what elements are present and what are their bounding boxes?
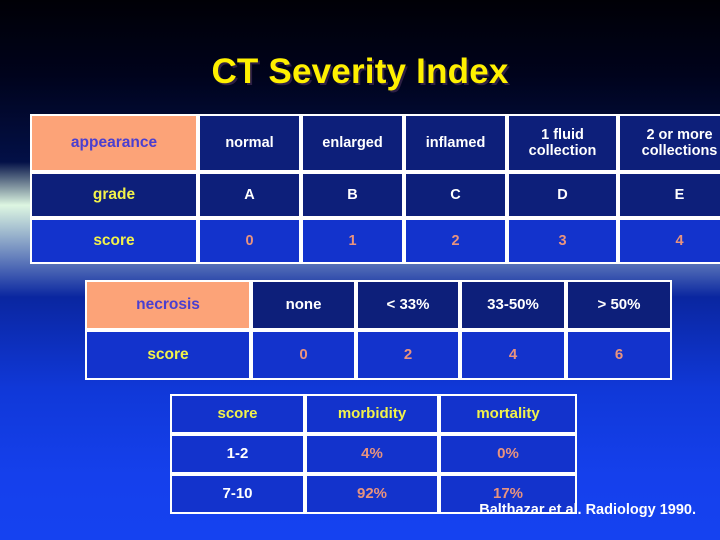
table-row: appearance normal enlarged inflamed 1 fl…	[30, 114, 720, 172]
cell-necrosis-score-4: 4	[460, 330, 566, 380]
cell-necrosis-none: none	[251, 280, 356, 330]
row-label-necrosis: necrosis	[85, 280, 251, 330]
table-row: necrosis none < 33% 33-50% > 50%	[85, 280, 672, 330]
slide-canvas: CT Severity Index appearance normal enla…	[0, 0, 720, 540]
cell-score-2: 2	[404, 218, 507, 264]
ct-necrosis-table: necrosis none < 33% 33-50% > 50% score 0…	[85, 280, 672, 380]
cell-outcome-morbidity-7-10: 92%	[305, 474, 439, 514]
cell-appearance-enlarged: enlarged	[301, 114, 404, 172]
table-row: grade A B C D E	[30, 172, 720, 218]
ct-appearance-table: appearance normal enlarged inflamed 1 fl…	[30, 114, 720, 264]
header-mortality: mortality	[439, 394, 577, 434]
header-score: score	[170, 394, 305, 434]
cell-score-1: 1	[301, 218, 404, 264]
cell-outcome-mortality-1-2: 0%	[439, 434, 577, 474]
citation-footer: Balthazar et al. Radiology 1990.	[479, 502, 696, 518]
cell-grade-c: C	[404, 172, 507, 218]
cell-appearance-two-or-more-collections: 2 or more collections	[618, 114, 720, 172]
table-row: score 0 2 4 6	[85, 330, 672, 380]
row-label-appearance: appearance	[30, 114, 198, 172]
ct-outcome-table: score morbidity mortality 1-2 4% 0% 7-10…	[170, 394, 577, 514]
table-row: score morbidity mortality	[170, 394, 577, 434]
page-title: CT Severity Index	[211, 52, 509, 91]
cell-grade-d: D	[507, 172, 618, 218]
cell-necrosis-33-50: 33-50%	[460, 280, 566, 330]
cell-score-4: 4	[618, 218, 720, 264]
cell-score-0: 0	[198, 218, 301, 264]
cell-grade-b: B	[301, 172, 404, 218]
cell-necrosis-gt-50: > 50%	[566, 280, 672, 330]
cell-appearance-normal: normal	[198, 114, 301, 172]
cell-necrosis-score-2: 2	[356, 330, 460, 380]
cell-necrosis-lt-33: < 33%	[356, 280, 460, 330]
cell-outcome-score-7-10: 7-10	[170, 474, 305, 514]
cell-outcome-morbidity-1-2: 4%	[305, 434, 439, 474]
cell-appearance-one-fluid-collection: 1 fluid collection	[507, 114, 618, 172]
row-label-score: score	[30, 218, 198, 264]
header-morbidity: morbidity	[305, 394, 439, 434]
cell-grade-a: A	[198, 172, 301, 218]
row-label-necrosis-score: score	[85, 330, 251, 380]
table-row: score 0 1 2 3 4	[30, 218, 720, 264]
cell-grade-e: E	[618, 172, 720, 218]
cell-necrosis-score-0: 0	[251, 330, 356, 380]
cell-score-3: 3	[507, 218, 618, 264]
cell-necrosis-score-6: 6	[566, 330, 672, 380]
cell-appearance-inflamed: inflamed	[404, 114, 507, 172]
cell-outcome-score-1-2: 1-2	[170, 434, 305, 474]
row-label-grade: grade	[30, 172, 198, 218]
table-row: 1-2 4% 0%	[170, 434, 577, 474]
